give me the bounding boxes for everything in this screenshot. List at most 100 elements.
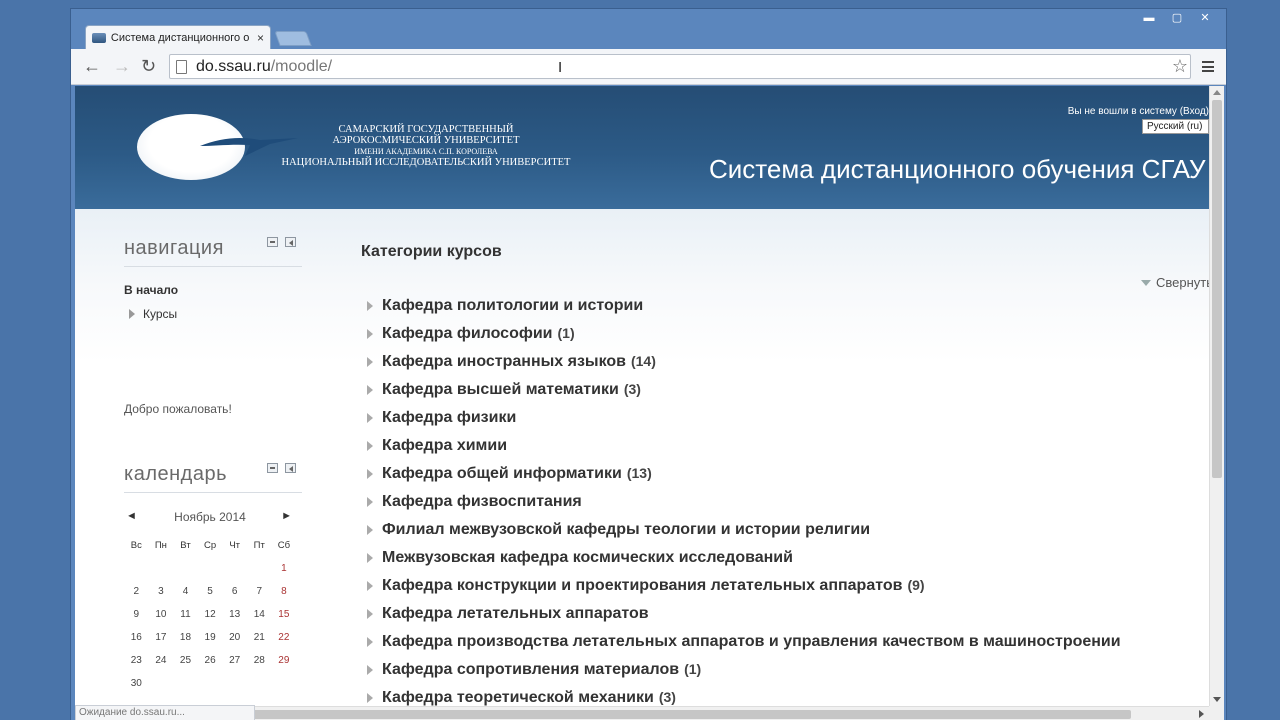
calendar-day[interactable]: 30 xyxy=(124,678,149,701)
forward-button[interactable]: → xyxy=(113,57,131,75)
vertical-scrollbar[interactable] xyxy=(1209,86,1224,706)
category-item[interactable]: Кафедра сопротивления материалов (1) xyxy=(367,656,1126,684)
category-name[interactable]: Кафедра химии xyxy=(382,437,507,454)
expand-arrow-icon[interactable] xyxy=(367,385,373,395)
category-item[interactable]: Кафедра философии (1) xyxy=(367,320,1126,348)
category-name[interactable]: Кафедра политологии и истории xyxy=(382,297,643,314)
category-item[interactable]: Кафедра высшей математики (3) xyxy=(367,376,1126,404)
calendar-day[interactable]: 19 xyxy=(198,632,223,655)
category-name[interactable]: Кафедра общей информатики xyxy=(382,465,622,482)
calendar-day[interactable]: 9 xyxy=(124,609,149,632)
calendar-minimize-icon[interactable] xyxy=(267,463,278,473)
back-button[interactable]: ← xyxy=(83,57,101,75)
expand-arrow-icon[interactable] xyxy=(367,441,373,451)
calendar-day[interactable]: 12 xyxy=(198,609,223,632)
address-bar[interactable]: do.ssau.ru/moodle/ I xyxy=(169,54,1191,79)
maximize-button[interactable]: ▢ xyxy=(1164,11,1190,27)
category-item[interactable]: Филиал межвузовской кафедры теологии и и… xyxy=(367,516,1126,544)
expand-arrow-icon[interactable] xyxy=(367,469,373,479)
category-name[interactable]: Кафедра физвоспитания xyxy=(382,493,582,510)
category-name[interactable]: Межвузовская кафедра космических исследо… xyxy=(382,549,793,566)
navigation-dock-icon[interactable] xyxy=(285,237,296,247)
calendar-day[interactable]: 26 xyxy=(198,655,223,678)
category-name[interactable]: Кафедра конструкции и проектирования лет… xyxy=(382,577,902,594)
category-name[interactable]: Кафедра летательных аппаратов xyxy=(382,605,649,622)
calendar-day[interactable]: 6 xyxy=(222,586,247,609)
category-item[interactable]: Кафедра конструкции и проектирования лет… xyxy=(367,572,1126,600)
calendar-day[interactable]: 4 xyxy=(173,586,198,609)
category-item[interactable]: Кафедра иностранных языков (14) xyxy=(367,348,1126,376)
calendar-day[interactable]: 20 xyxy=(222,632,247,655)
calendar-day[interactable]: 16 xyxy=(124,632,149,655)
calendar-day[interactable]: 28 xyxy=(247,655,272,678)
category-item[interactable]: Межвузовская кафедра космических исследо… xyxy=(367,544,1126,572)
calendar-day[interactable]: 1 xyxy=(272,563,297,586)
horizontal-scroll-thumb[interactable] xyxy=(195,710,1131,719)
calendar-month[interactable]: Ноябрь 2014 xyxy=(124,510,296,524)
tab-close-icon[interactable]: × xyxy=(257,31,264,45)
calendar-day[interactable]: 27 xyxy=(222,655,247,678)
expand-arrow-icon[interactable] xyxy=(367,497,373,507)
calendar-day[interactable]: 10 xyxy=(149,609,174,632)
nav-courses-item[interactable]: Курсы xyxy=(129,307,177,321)
category-item[interactable]: Кафедра общей информатики (13) xyxy=(367,460,1126,488)
browser-tab[interactable]: Система дистанционного о × xyxy=(85,25,271,49)
calendar-day[interactable]: 3 xyxy=(149,586,174,609)
category-name[interactable]: Кафедра сопротивления материалов xyxy=(382,661,679,678)
calendar-prev-icon[interactable]: ◄ xyxy=(126,510,137,522)
language-select[interactable]: Русский (ru) xyxy=(1142,119,1209,134)
calendar-day[interactable]: 13 xyxy=(222,609,247,632)
category-item[interactable]: Кафедра производства летательных аппарат… xyxy=(367,628,1126,656)
vertical-scroll-thumb[interactable] xyxy=(1212,100,1222,478)
category-item[interactable]: Кафедра химии xyxy=(367,432,1126,460)
scroll-up-icon[interactable] xyxy=(1213,90,1221,95)
expand-arrow-icon[interactable] xyxy=(367,693,373,703)
calendar-day[interactable]: 29 xyxy=(272,655,297,678)
bookmark-star-icon[interactable]: ☆ xyxy=(1172,57,1188,75)
expand-arrow-icon[interactable] xyxy=(367,581,373,591)
category-name[interactable]: Кафедра иностранных языков xyxy=(382,353,626,370)
category-name[interactable]: Кафедра высшей математики xyxy=(382,381,619,398)
calendar-next-icon[interactable]: ► xyxy=(281,510,292,522)
category-item[interactable]: Кафедра физики xyxy=(367,404,1126,432)
calendar-day[interactable]: 14 xyxy=(247,609,272,632)
category-name[interactable]: Кафедра теоретической механики xyxy=(382,689,654,706)
calendar-day[interactable]: 24 xyxy=(149,655,174,678)
calendar-day[interactable]: 7 xyxy=(247,586,272,609)
calendar-day[interactable]: 23 xyxy=(124,655,149,678)
expand-arrow-icon[interactable] xyxy=(367,329,373,339)
category-item[interactable]: Кафедра политологии и истории xyxy=(367,292,1126,320)
nav-home-link[interactable]: В начало xyxy=(124,283,178,297)
expand-arrow-icon[interactable] xyxy=(367,525,373,535)
navigation-minimize-icon[interactable] xyxy=(267,237,278,247)
calendar-day[interactable]: 17 xyxy=(149,632,174,655)
expand-arrow-icon[interactable] xyxy=(367,637,373,647)
category-name[interactable]: Кафедра физики xyxy=(382,409,516,426)
expand-arrow-icon[interactable] xyxy=(367,553,373,563)
calendar-day[interactable]: 22 xyxy=(272,632,297,655)
calendar-day[interactable]: 5 xyxy=(198,586,223,609)
calendar-day[interactable]: 2 xyxy=(124,586,149,609)
expand-arrow-icon[interactable] xyxy=(367,413,373,423)
category-name[interactable]: Филиал межвузовской кафедры теологии и и… xyxy=(382,521,870,538)
calendar-day[interactable]: 25 xyxy=(173,655,198,678)
category-name[interactable]: Кафедра философии xyxy=(382,325,553,342)
calendar-day[interactable]: 15 xyxy=(272,609,297,632)
new-tab-button[interactable] xyxy=(274,31,312,46)
calendar-day[interactable]: 21 xyxy=(247,632,272,655)
calendar-day[interactable]: 8 xyxy=(272,586,297,609)
calendar-day[interactable]: 11 xyxy=(173,609,198,632)
menu-icon[interactable] xyxy=(1202,61,1214,72)
calendar-day[interactable]: 18 xyxy=(173,632,198,655)
minimize-button[interactable]: ▬ xyxy=(1136,11,1162,27)
category-item[interactable]: Кафедра физвоспитания xyxy=(367,488,1126,516)
expand-arrow-icon[interactable] xyxy=(367,357,373,367)
scroll-down-icon[interactable] xyxy=(1213,697,1221,702)
close-window-button[interactable]: ✕ xyxy=(1192,11,1218,27)
expand-arrow-icon[interactable] xyxy=(367,609,373,619)
expand-arrow-icon[interactable] xyxy=(367,665,373,675)
reload-button[interactable]: ↻ xyxy=(141,57,156,75)
expand-arrow-icon[interactable] xyxy=(367,301,373,311)
calendar-dock-icon[interactable] xyxy=(285,463,296,473)
category-item[interactable]: Кафедра летательных аппаратов xyxy=(367,600,1126,628)
